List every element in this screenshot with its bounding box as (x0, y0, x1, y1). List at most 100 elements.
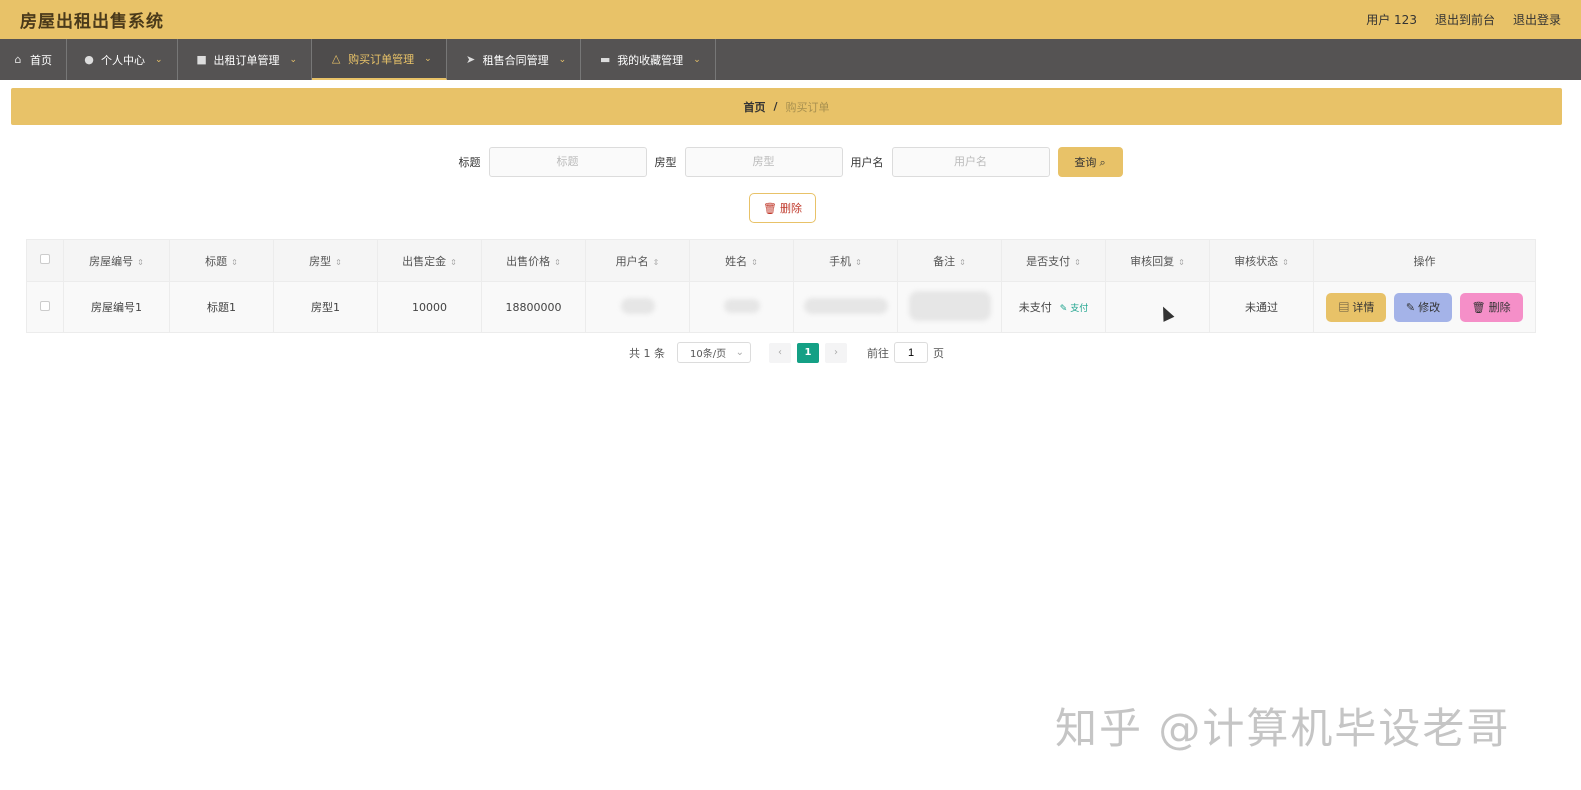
paid-status: 未支付 (1018, 301, 1052, 314)
nav-item-contracts[interactable]: ➤ 租售合同管理 ⌄ (447, 39, 582, 80)
col-house-no[interactable]: 房屋编号 ⇕ (63, 239, 170, 282)
total-count: 共 1 条 (629, 346, 665, 360)
select-all-cell[interactable] (26, 239, 64, 282)
page-number-current[interactable]: 1 (797, 342, 819, 363)
cell-name (689, 281, 794, 333)
orders-table: 房屋编号 ⇕ 标题 ⇕ 房型 ⇕ 出售定金 ⇕ 出售价格 ⇕ 用户名 ⇕ 姓名 ⇕ 手机 ⇕ 备… (26, 239, 1536, 333)
breadcrumb-separator: / (773, 100, 778, 113)
pay-link[interactable]: ✎ 支付 (1060, 304, 1088, 314)
chevron-down-icon: ⌄ (693, 54, 701, 65)
front-link[interactable]: 退出到前台 (1435, 11, 1495, 28)
redacted-name (723, 298, 760, 313)
row-select-cell[interactable] (26, 281, 64, 333)
chevron-down-icon: ⌄ (289, 54, 298, 65)
nav-label: 首页 (30, 53, 52, 67)
breadcrumb-current: 购买订单 (785, 100, 830, 114)
sort-icon: ⇕ (1282, 257, 1289, 267)
select-all-checkbox[interactable] (40, 254, 50, 264)
sort-icon: ⇕ (335, 257, 342, 267)
sort-icon: ⇕ (554, 257, 561, 267)
col-remark[interactable]: 备注 ⇕ (897, 239, 1002, 282)
app-title: 房屋出租出售系统 (20, 12, 164, 32)
nav-label: 个人中心 (101, 53, 145, 67)
redacted-username (620, 297, 655, 314)
user-icon: ● (84, 53, 94, 66)
title-input[interactable] (488, 147, 647, 177)
cell-phone (793, 281, 898, 333)
chevron-down-icon: ⌄ (558, 54, 567, 65)
edit-button[interactable]: ✎ 修改 (1393, 292, 1453, 322)
delete-button[interactable]: 🗑 删除 (1459, 292, 1523, 322)
page-size-select[interactable]: 10条/页 ⌄ (677, 342, 751, 363)
next-page-button[interactable]: › (825, 342, 847, 363)
sort-icon: ⇕ (959, 257, 966, 267)
top-bar: 房屋出租出售系统 用户 123 退出到前台 退出登录 (0, 0, 1581, 39)
cell-actions: ▤ 详情 ✎ 修改 🗑 删除 (1313, 281, 1536, 333)
table-row: 房屋编号1 标题1 房型1 10000 18800000 未支付 ✎ 支付 未通过… (26, 281, 1536, 333)
row-checkbox[interactable] (40, 300, 50, 311)
sort-icon: ⇕ (450, 257, 457, 267)
nav-item-purchase-orders[interactable]: △ 购买订单管理 ⌄ (312, 39, 447, 80)
cell-price: 18800000 (481, 281, 586, 333)
chevron-down-icon: ⌄ (735, 347, 744, 358)
goto-page-input[interactable] (894, 342, 928, 363)
nav-label: 出租订单管理 (213, 53, 280, 67)
send-icon: ➤ (466, 53, 476, 66)
cell-username (585, 281, 690, 333)
sort-icon: ⇕ (137, 257, 144, 267)
cell-status: 未通过 (1209, 281, 1314, 333)
monitor-icon: ▬ (599, 53, 611, 66)
cell-type: 房型1 (273, 281, 378, 333)
nav-label: 我的收藏管理 (617, 53, 684, 67)
nav-label: 租售合同管理 (482, 53, 549, 67)
col-status[interactable]: 审核状态 ⇕ (1209, 239, 1314, 282)
col-type[interactable]: 房型 ⇕ (273, 239, 378, 282)
user-label: 用户 123 (1366, 13, 1417, 27)
sort-icon: ⇕ (231, 257, 238, 267)
nav-item-favorites[interactable]: ▬ 我的收藏管理 ⌄ (581, 39, 716, 80)
col-price[interactable]: 出售价格 ⇕ (481, 239, 586, 282)
redacted-phone (803, 297, 888, 314)
page-unit-label: 页 (933, 346, 944, 360)
prev-page-button[interactable]: ‹ (769, 342, 791, 363)
top-links: 用户 123 退出到前台 退出登录 (1366, 11, 1561, 28)
nav-item-personal-center[interactable]: ● 个人中心 ⌄ (67, 39, 178, 80)
cell-deposit: 10000 (377, 281, 482, 333)
chevron-left-icon: ‹ (778, 347, 782, 358)
briefcase-icon: ■ (196, 53, 207, 66)
detail-button[interactable]: ▤ 详情 (1326, 292, 1387, 322)
col-phone[interactable]: 手机 ⇕ (793, 239, 898, 282)
chevron-down-icon: ⌄ (424, 53, 432, 64)
username-label: 用户名 (850, 156, 884, 169)
watermark: 知乎 @计算机毕设老哥 (1055, 704, 1511, 753)
type-label: 房型 (654, 156, 677, 169)
col-name[interactable]: 姓名 ⇕ (689, 239, 794, 282)
nav-item-rental-orders[interactable]: ■ 出租订单管理 ⌄ (178, 39, 313, 80)
goto-label: 前往 (867, 346, 889, 360)
nav-label: 购买订单管理 (348, 52, 415, 66)
breadcrumb: 首页 / 购买订单 (11, 88, 1562, 125)
cell-paid: 未支付 ✎ 支付 (1001, 281, 1106, 333)
query-button[interactable]: 查询 ⌕ (1057, 147, 1123, 177)
col-title[interactable]: 标题 ⇕ (169, 239, 274, 282)
username-input[interactable] (891, 147, 1050, 177)
chevron-down-icon: ⌄ (155, 54, 163, 65)
col-reply[interactable]: 审核回复 ⇕ (1105, 239, 1210, 282)
breadcrumb-home[interactable]: 首页 (743, 99, 765, 115)
sort-icon: ⇕ (1074, 257, 1081, 267)
chevron-right-icon: › (834, 347, 838, 358)
logout-link[interactable]: 退出登录 (1513, 11, 1561, 28)
home-icon: ⌂ (14, 53, 22, 66)
batch-delete-button[interactable]: 🗑 删除 (749, 193, 816, 223)
cell-house-no: 房屋编号1 (63, 281, 170, 333)
search-form: 标题 房型 用户名 查询 ⌕ (11, 147, 1562, 177)
col-username[interactable]: 用户名 ⇕ (585, 239, 690, 282)
type-input[interactable] (684, 147, 843, 177)
col-deposit[interactable]: 出售定金 ⇕ (377, 239, 482, 282)
table-header-row: 房屋编号 ⇕ 标题 ⇕ 房型 ⇕ 出售定金 ⇕ 出售价格 ⇕ 用户名 ⇕ 姓名 ⇕ 手机 ⇕ 备… (26, 239, 1536, 282)
sort-icon: ⇕ (652, 257, 660, 267)
nav-item-home[interactable]: ⌂ 首页 (0, 39, 67, 80)
sort-icon: ⇕ (1178, 257, 1185, 267)
col-paid[interactable]: 是否支付 ⇕ (1001, 239, 1106, 282)
cell-remark (897, 281, 1002, 333)
